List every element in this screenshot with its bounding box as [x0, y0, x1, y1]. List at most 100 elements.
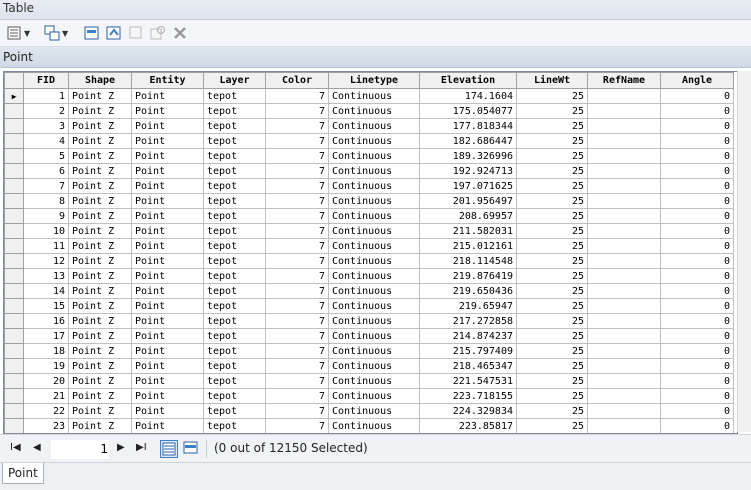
- table-cell-linewt[interactable]: 25: [516, 133, 588, 149]
- table-cell-color[interactable]: 7: [265, 133, 329, 149]
- table-cell-entity[interactable]: Point: [131, 418, 204, 433]
- table-cell-entity[interactable]: Point: [131, 358, 204, 374]
- table-cell-shape[interactable]: Point Z: [68, 223, 132, 239]
- table-cell-layer[interactable]: tepot: [203, 313, 266, 329]
- column-header-entity[interactable]: Entity: [131, 72, 204, 89]
- table-cell-linetype[interactable]: Continuous: [328, 283, 420, 299]
- table-cell-color[interactable]: 7: [265, 163, 329, 179]
- table-cell-entity[interactable]: Point: [131, 403, 204, 419]
- related-tables-button[interactable]: ▼: [44, 24, 68, 42]
- table-cell-fid[interactable]: 15: [23, 298, 69, 314]
- table-cell-layer[interactable]: tepot: [203, 103, 266, 119]
- table-cell-color[interactable]: 7: [265, 418, 329, 433]
- table-cell-refname[interactable]: [587, 388, 661, 404]
- table-cell-linetype[interactable]: Continuous: [328, 238, 420, 254]
- first-record-button[interactable]: I◀: [10, 442, 21, 453]
- table-cell-elevation[interactable]: 219.650436: [419, 283, 517, 299]
- table-cell-shape[interactable]: Point Z: [68, 268, 132, 284]
- table-cell-elevation[interactable]: 197.071625: [419, 178, 517, 194]
- table-cell-layer[interactable]: tepot: [203, 118, 266, 134]
- table-cell-layer[interactable]: tepot: [203, 388, 266, 404]
- row-selector[interactable]: [4, 328, 24, 344]
- table-row[interactable]: ▶ 1 Point Z Point tepot 7 Continuous 174.1604 25…: [4, 88, 734, 104]
- table-row[interactable]: 11 Point Z Point tepot 7 Continuous 215.012161…: [4, 238, 734, 254]
- table-cell-refname[interactable]: [587, 253, 661, 269]
- row-selector[interactable]: [4, 313, 24, 329]
- table-cell-layer[interactable]: tepot: [203, 163, 266, 179]
- table-row[interactable]: 5 Point Z Point tepot 7 Continuous 189.326996 2…: [4, 148, 734, 164]
- row-selector[interactable]: [4, 358, 24, 374]
- table-cell-refname[interactable]: [587, 193, 661, 209]
- table-cell-entity[interactable]: Point: [131, 328, 204, 344]
- table-cell-elevation[interactable]: 218.114548: [419, 253, 517, 269]
- table-cell-angle[interactable]: 0: [660, 118, 734, 134]
- table-cell-shape[interactable]: Point Z: [68, 208, 132, 224]
- row-selector[interactable]: [4, 193, 24, 209]
- table-cell-angle[interactable]: 0: [660, 283, 734, 299]
- table-cell-linewt[interactable]: 25: [516, 118, 588, 134]
- column-header-elevation[interactable]: Elevation: [419, 72, 517, 89]
- table-cell-fid[interactable]: 13: [23, 268, 69, 284]
- table-cell-shape[interactable]: Point Z: [68, 373, 132, 389]
- table-cell-shape[interactable]: Point Z: [68, 388, 132, 404]
- row-selector[interactable]: [4, 238, 24, 254]
- table-cell-angle[interactable]: 0: [660, 268, 734, 284]
- column-header-linewt[interactable]: LineWt: [516, 72, 588, 89]
- table-cell-fid[interactable]: 12: [23, 253, 69, 269]
- table-cell-refname[interactable]: [587, 118, 661, 134]
- table-cell-refname[interactable]: [587, 148, 661, 164]
- table-cell-color[interactable]: 7: [265, 178, 329, 194]
- table-cell-color[interactable]: 7: [265, 313, 329, 329]
- table-cell-color[interactable]: 7: [265, 223, 329, 239]
- table-cell-angle[interactable]: 0: [660, 313, 734, 329]
- table-cell-angle[interactable]: 0: [660, 328, 734, 344]
- row-selector[interactable]: [4, 163, 24, 179]
- table-cell-color[interactable]: 7: [265, 388, 329, 404]
- table-row[interactable]: 10 Point Z Point tepot 7 Continuous 211.582031…: [4, 223, 734, 239]
- table-cell-elevation[interactable]: 218.465347: [419, 358, 517, 374]
- table-cell-entity[interactable]: Point: [131, 253, 204, 269]
- row-selector[interactable]: [4, 298, 24, 314]
- table-row[interactable]: 14 Point Z Point tepot 7 Continuous 219.650436…: [4, 283, 734, 299]
- table-cell-linetype[interactable]: Continuous: [328, 418, 420, 433]
- table-cell-color[interactable]: 7: [265, 403, 329, 419]
- row-selector[interactable]: [4, 283, 24, 299]
- table-cell-shape[interactable]: Point Z: [68, 163, 132, 179]
- table-cell-refname[interactable]: [587, 208, 661, 224]
- table-cell-shape[interactable]: Point Z: [68, 133, 132, 149]
- table-cell-refname[interactable]: [587, 238, 661, 254]
- table-cell-linetype[interactable]: Continuous: [328, 343, 420, 359]
- table-cell-angle[interactable]: 0: [660, 148, 734, 164]
- column-header-fid[interactable]: FID: [23, 72, 69, 89]
- table-cell-shape[interactable]: Point Z: [68, 298, 132, 314]
- table-row[interactable]: 8 Point Z Point tepot 7 Continuous 201.956497 2…: [4, 193, 734, 209]
- table-cell-linewt[interactable]: 25: [516, 178, 588, 194]
- table-cell-linetype[interactable]: Continuous: [328, 268, 420, 284]
- table-cell-shape[interactable]: Point Z: [68, 283, 132, 299]
- table-cell-refname[interactable]: [587, 313, 661, 329]
- table-row[interactable]: 6 Point Z Point tepot 7 Continuous 192.924713 2…: [4, 163, 734, 179]
- table-cell-linewt[interactable]: 25: [516, 163, 588, 179]
- row-selector[interactable]: [4, 343, 24, 359]
- row-selector[interactable]: [4, 388, 24, 404]
- table-cell-refname[interactable]: [587, 223, 661, 239]
- table-cell-fid[interactable]: 23: [23, 418, 69, 433]
- table-row[interactable]: 2 Point Z Point tepot 7 Continuous 175.054077 2…: [4, 103, 734, 119]
- show-selected-records-button[interactable]: [183, 440, 199, 460]
- table-cell-angle[interactable]: 0: [660, 253, 734, 269]
- table-cell-entity[interactable]: Point: [131, 208, 204, 224]
- table-options-button[interactable]: ▼: [6, 24, 30, 42]
- table-row[interactable]: 4 Point Z Point tepot 7 Continuous 182.686447 2…: [4, 133, 734, 149]
- table-cell-linetype[interactable]: Continuous: [328, 193, 420, 209]
- select-by-attributes-button[interactable]: [84, 24, 100, 42]
- table-cell-linewt[interactable]: 25: [516, 283, 588, 299]
- table-cell-entity[interactable]: Point: [131, 103, 204, 119]
- table-cell-elevation[interactable]: 223.718155: [419, 388, 517, 404]
- table-cell-layer[interactable]: tepot: [203, 238, 266, 254]
- table-cell-angle[interactable]: 0: [660, 388, 734, 404]
- table-cell-color[interactable]: 7: [265, 298, 329, 314]
- table-cell-linewt[interactable]: 25: [516, 403, 588, 419]
- table-row[interactable]: 9 Point Z Point tepot 7 Continuous 208.69957 25…: [4, 208, 734, 224]
- table-cell-elevation[interactable]: 215.797409: [419, 343, 517, 359]
- table-cell-fid[interactable]: 4: [23, 133, 69, 149]
